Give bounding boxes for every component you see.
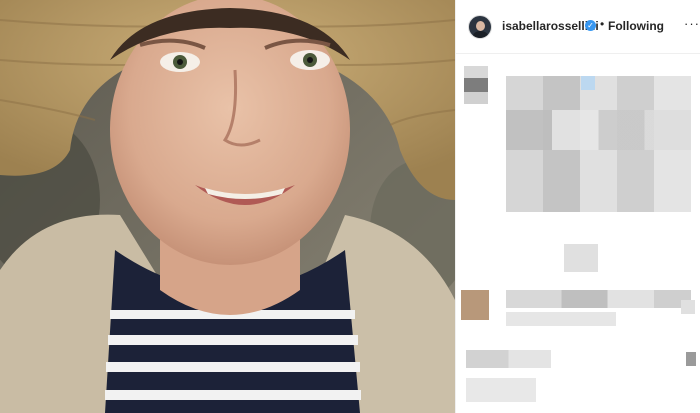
caption-avatar-3 — [464, 92, 488, 104]
verified-badge-icon: ✓ — [585, 20, 596, 31]
post-photo[interactable] — [0, 0, 455, 413]
caption-text-block-2 — [506, 110, 691, 150]
timestamp-block — [564, 244, 598, 272]
separator-dot: • — [600, 17, 605, 31]
comment-icon-right-2 — [686, 352, 696, 366]
more-options-icon[interactable]: ··· — [684, 16, 700, 31]
comment-text-2 — [506, 312, 616, 326]
post-header: isabellarossellini ✓ • Following ··· — [456, 0, 700, 54]
comment-icon-right — [681, 300, 695, 314]
comment-text-3 — [466, 350, 551, 368]
avatar[interactable] — [468, 15, 492, 39]
following-button[interactable]: Following — [608, 19, 664, 33]
instagram-post: isabellarossellini ✓ • Following ··· — [0, 0, 700, 413]
comment-avatar — [461, 290, 489, 320]
portrait-illustration — [0, 0, 455, 413]
caption-avatar-2 — [464, 78, 488, 92]
caption-avatar — [464, 66, 488, 78]
avatar-face — [476, 21, 485, 31]
post-side-panel: isabellarossellini ✓ • Following ··· — [455, 0, 700, 413]
comment-text-4 — [466, 378, 536, 402]
avatar-body — [473, 31, 488, 38]
comment-text — [506, 290, 691, 308]
caption-highlight — [581, 76, 595, 90]
